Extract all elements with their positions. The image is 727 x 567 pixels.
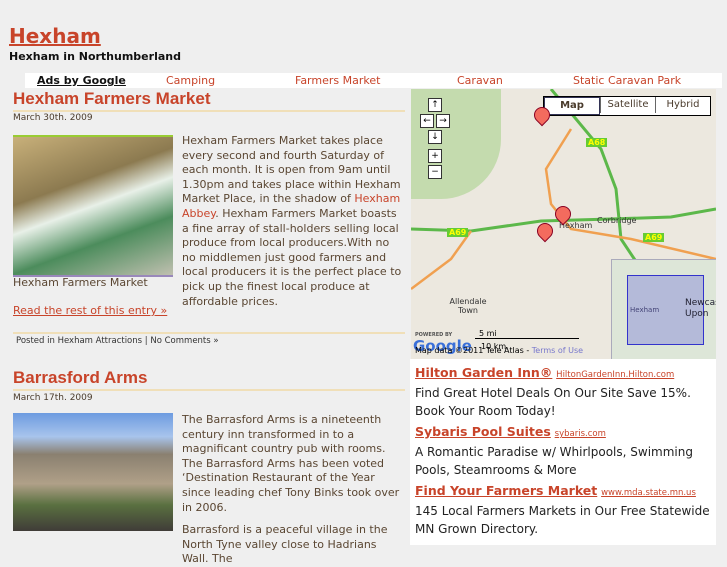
- read-more-link[interactable]: Read the rest of this entry »: [13, 304, 167, 319]
- ad-title-link[interactable]: Sybaris Pool Suites: [415, 424, 551, 439]
- site-tagline: Hexham in Northumberland: [9, 50, 181, 63]
- category-link[interactable]: Hexham Attractions: [58, 336, 143, 346]
- road-label-a69: A69: [643, 233, 665, 242]
- ad-item: Sybaris Pool Suites sybaris.com A Romant…: [415, 423, 715, 479]
- ad-title-link[interactable]: Find Your Farmers Market: [415, 483, 597, 498]
- map-type-hybrid[interactable]: Hybrid: [655, 97, 710, 113]
- map-attribution: Map data ©2011 Tele Atlas - Terms of Use: [415, 346, 584, 355]
- post-date: March 30th. 2009: [13, 113, 93, 123]
- post-body: The Barrasford Arms is a nineteenth cent…: [182, 413, 400, 566]
- ad-link-caravan[interactable]: Caravan: [457, 74, 503, 87]
- ad-link-farmers-market[interactable]: Farmers Market: [295, 74, 380, 87]
- map-type-map[interactable]: Map: [544, 97, 600, 115]
- post-date: March 17th. 2009: [13, 393, 93, 403]
- overview-map[interactable]: Hexham Newcastle Upon: [611, 259, 716, 359]
- map-type-control: Map Satellite Hybrid: [543, 96, 711, 116]
- road-label-a68: A68: [586, 138, 608, 147]
- ad-description: Find Great Hotel Deals On Our Site Save …: [415, 386, 691, 418]
- place-corbridge: Corbridge: [597, 216, 637, 225]
- ad-item: Find Your Farmers Market www.mda.state.m…: [415, 482, 715, 538]
- post-title[interactable]: Hexham Farmers Market: [13, 89, 210, 109]
- divider: [13, 110, 405, 112]
- post-body: Hexham Farmers Market takes place every …: [182, 134, 402, 308]
- site-title[interactable]: Hexham: [9, 24, 101, 48]
- pan-right-button[interactable]: →: [436, 114, 450, 128]
- ad-panel: Hilton Garden Inn® HiltonGardenInn.Hilto…: [410, 359, 716, 545]
- ad-description: 145 Local Farmers Markets in Our Free St…: [415, 504, 710, 536]
- ad-description: A Romantic Paradise w/ Whirlpools, Swimm…: [415, 445, 693, 477]
- zoom-in-button[interactable]: +: [428, 149, 442, 163]
- divider: [13, 389, 405, 391]
- ad-link-static-caravan-park[interactable]: Static Caravan Park: [573, 74, 681, 87]
- farmers-market-photo: [13, 135, 173, 277]
- comments-link[interactable]: No Comments »: [150, 336, 218, 346]
- scale-bar: [475, 338, 579, 339]
- pan-up-button[interactable]: ↑: [428, 98, 442, 112]
- ad-title-link[interactable]: Hilton Garden Inn®: [415, 365, 552, 380]
- image-caption: Hexham Farmers Market: [13, 276, 148, 289]
- ad-url-link[interactable]: HiltonGardenInn.Hilton.com: [556, 370, 674, 380]
- ad-link-camping[interactable]: Camping: [166, 74, 215, 87]
- ad-item: Hilton Garden Inn® HiltonGardenInn.Hilto…: [415, 364, 715, 420]
- scale-mi: 5 mi: [479, 329, 497, 338]
- divider: [13, 332, 405, 334]
- map[interactable]: ↑ ← → ↓ + − Map Satellite Hybrid A68 A69…: [411, 89, 716, 359]
- road-label-a69: A69: [447, 228, 469, 237]
- ad-url-link[interactable]: sybaris.com: [555, 429, 606, 439]
- terms-of-use-link[interactable]: Terms of Use: [532, 346, 583, 355]
- pan-down-button[interactable]: ↓: [428, 130, 442, 144]
- pan-left-button[interactable]: ←: [420, 114, 434, 128]
- zoom-out-button[interactable]: −: [428, 165, 442, 179]
- map-type-satellite[interactable]: Satellite: [600, 97, 655, 113]
- overview-place: Hexham: [630, 306, 660, 314]
- ad-links-bar: Ads by Google Camping Farmers Market Car…: [25, 73, 722, 88]
- barrasford-arms-photo: [13, 413, 173, 531]
- overview-place: Newcastle Upon: [685, 298, 716, 319]
- post-title[interactable]: Barrasford Arms: [13, 368, 147, 388]
- ad-url-link[interactable]: www.mda.state.mn.us: [601, 488, 696, 498]
- ads-by-google-label[interactable]: Ads by Google: [37, 74, 126, 87]
- post-meta: Posted in Hexham Attractions | No Commen…: [16, 336, 219, 346]
- place-allendale: Allendale Town: [449, 297, 487, 315]
